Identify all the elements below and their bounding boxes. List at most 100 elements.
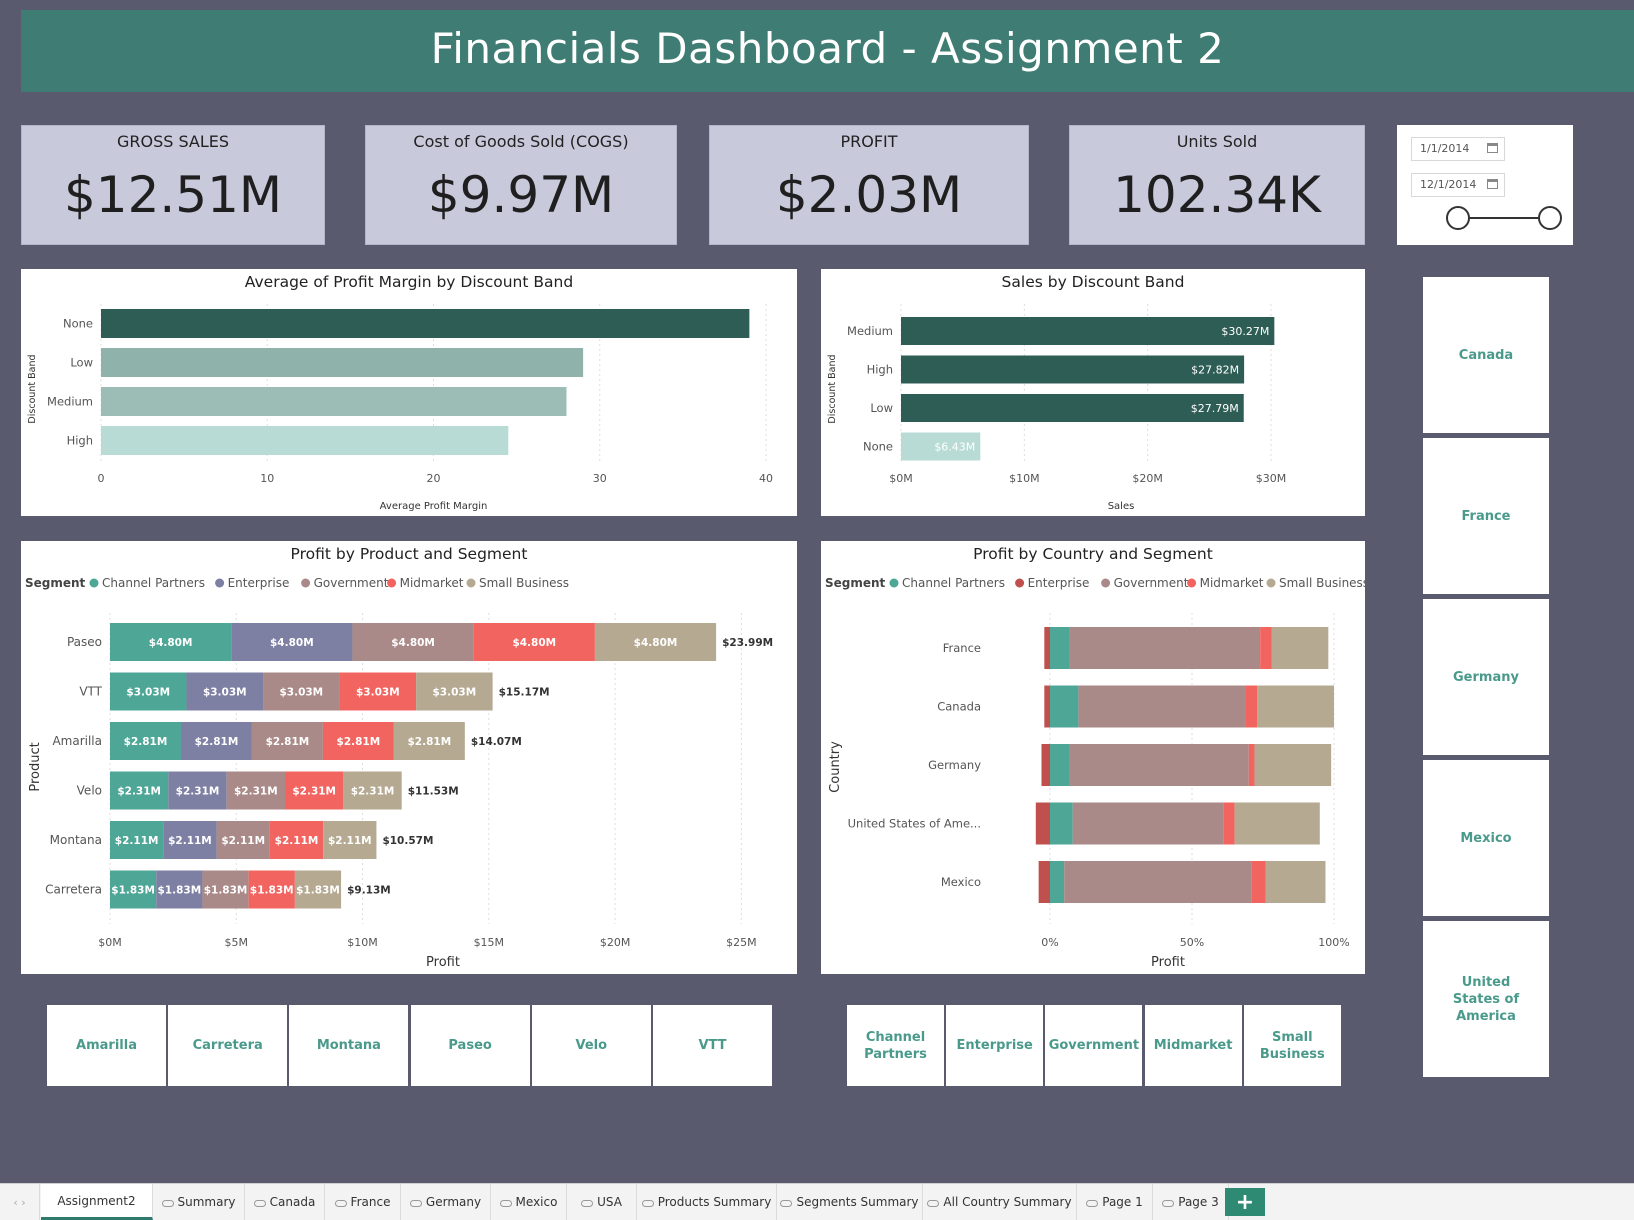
bar-data-label: $27.82M xyxy=(1191,364,1239,377)
dashboard-title: Financials Dashboard - Assignment 2 xyxy=(430,24,1225,73)
start-date-input[interactable]: 1/1/2014 xyxy=(1411,137,1505,161)
bar xyxy=(101,309,750,338)
country-slicer-united-states-of-america[interactable]: United States of America xyxy=(1423,921,1549,1077)
bar-data-label: $27.79M xyxy=(1191,402,1239,415)
product-slicer-vtt[interactable]: VTT xyxy=(653,1005,772,1086)
bar-segment xyxy=(1069,627,1261,669)
bar-segment xyxy=(1044,685,1050,728)
tab-all-country-summary[interactable]: All Country Summary xyxy=(923,1184,1077,1220)
hidden-page-icon xyxy=(161,1199,174,1207)
y-category-label: Paseo xyxy=(67,635,102,649)
add-page-button[interactable]: + xyxy=(1225,1188,1265,1216)
x-tick-label: $10M xyxy=(1009,472,1040,485)
segment-data-label: $1.83M xyxy=(111,885,155,897)
calendar-icon[interactable] xyxy=(1487,179,1498,189)
segment-slicer-midmarket[interactable]: Midmarket xyxy=(1144,1005,1242,1086)
segment-data-label: $2.31M xyxy=(176,786,220,798)
legend-label: Government xyxy=(1114,576,1189,590)
segment-data-label: $2.81M xyxy=(266,736,310,748)
segment-slicer-channel-partners[interactable]: Channel Partners xyxy=(847,1005,944,1086)
product-slicer-carretera[interactable]: Carretera xyxy=(168,1005,288,1086)
country-slicer-canada[interactable]: Canada xyxy=(1423,277,1549,433)
tab-france[interactable]: France xyxy=(325,1184,401,1220)
segment-data-label: $3.03M xyxy=(203,687,247,699)
tab-mexico[interactable]: Mexico xyxy=(491,1184,567,1220)
segment-data-label: $2.11M xyxy=(115,835,159,847)
start-date-value: 1/1/2014 xyxy=(1420,142,1470,155)
kpi-cogs[interactable]: Cost of Goods Sold (COGS) $9.97M xyxy=(365,125,677,245)
y-category-label: Velo xyxy=(77,784,102,798)
sales-by-discount-chart: $0M $10M $20M $30M Medium $30.27M High $27.82M L… xyxy=(827,304,1286,512)
x-tick-label: $25M xyxy=(726,936,757,949)
tab-scroll-arrows[interactable]: ‹ › xyxy=(0,1184,40,1220)
tab-label: Canada xyxy=(269,1195,316,1209)
bar-data-label: $30.27M xyxy=(1221,325,1269,338)
date-range-start-handle[interactable] xyxy=(1446,206,1470,230)
x-tick-label: $20M xyxy=(600,936,631,949)
segment-slicer-government[interactable]: Government xyxy=(1045,1005,1143,1086)
date-range-end-handle[interactable] xyxy=(1538,206,1562,230)
country-slicer-france[interactable]: France xyxy=(1423,438,1549,594)
segment-data-label: $2.81M xyxy=(408,736,452,748)
x-tick-label: $5M xyxy=(225,936,249,949)
bar-segment xyxy=(1038,861,1050,903)
segment-slicer-small-business[interactable]: Small Business xyxy=(1243,1005,1341,1086)
legend-title: Segment xyxy=(825,576,886,590)
product-slicer-amarilla[interactable]: Amarilla xyxy=(47,1005,166,1086)
x-tick-label: $15M xyxy=(474,936,505,949)
kpi-units-sold[interactable]: Units Sold 102.34K xyxy=(1069,125,1365,245)
calendar-icon[interactable] xyxy=(1487,143,1498,153)
bar-segment xyxy=(1260,627,1272,669)
y-category-label: Medium xyxy=(47,395,93,409)
product-slicer-montana[interactable]: Montana xyxy=(289,1005,409,1086)
product-slicer-paseo[interactable]: Paseo xyxy=(410,1005,530,1086)
product-slicer-velo[interactable]: Velo xyxy=(531,1005,651,1086)
y-axis-title: Discount Band xyxy=(27,354,38,423)
hidden-page-icon xyxy=(581,1199,594,1207)
kpi-label: Units Sold xyxy=(1176,132,1258,151)
y-category-label: Carretera xyxy=(45,883,102,897)
tab-germany[interactable]: Germany xyxy=(401,1184,491,1220)
end-date-value: 12/1/2014 xyxy=(1420,178,1477,191)
segment-data-label: $1.83M xyxy=(204,885,248,897)
tab-assignment2[interactable]: Assignment2 xyxy=(41,1184,153,1220)
x-axis-title: Average Profit Margin xyxy=(380,501,488,512)
tab-label: Products Summary xyxy=(657,1195,772,1209)
y-axis-title: Product xyxy=(28,742,43,791)
kpi-value: $2.03M xyxy=(775,166,963,224)
bar-segment xyxy=(1078,685,1246,728)
bar-segment xyxy=(1050,627,1070,669)
legend-marker xyxy=(301,578,311,588)
y-category-label: Canada xyxy=(937,700,981,714)
segment-slicer-enterprise[interactable]: Enterprise xyxy=(946,1005,1044,1086)
total-data-label: $9.13M xyxy=(347,885,391,897)
profit-margin-chart: 0 10 20 30 40 None Low Medium High Average Profit… xyxy=(27,304,773,512)
country-slicer-mexico[interactable]: Mexico xyxy=(1423,760,1549,916)
hidden-page-icon xyxy=(1086,1199,1099,1207)
bar-segment xyxy=(1050,744,1070,786)
tab-usa[interactable]: USA xyxy=(567,1184,637,1220)
title-bar: Financials Dashboard - Assignment 2 xyxy=(21,10,1634,92)
x-tick-label: 0% xyxy=(1041,936,1058,949)
kpi-gross-sales[interactable]: GROSS SALES $12.51M xyxy=(21,125,325,245)
legend-marker xyxy=(89,578,99,588)
tab-canada[interactable]: Canada xyxy=(245,1184,325,1220)
segment-data-label: $2.11M xyxy=(275,835,319,847)
y-category-label: None xyxy=(863,440,893,454)
x-tick-label: 30 xyxy=(593,472,607,485)
tab-page-3[interactable]: Page 3 xyxy=(1153,1184,1229,1220)
segment-data-label: $2.11M xyxy=(221,835,265,847)
y-category-label: High xyxy=(67,434,93,448)
tab-products-summary[interactable]: Products Summary xyxy=(637,1184,777,1220)
hidden-page-icon xyxy=(409,1199,422,1207)
tab-segments-summary[interactable]: Segments Summary xyxy=(777,1184,923,1220)
country-slicer-germany[interactable]: Germany xyxy=(1423,599,1549,755)
kpi-value: $9.97M xyxy=(427,166,615,224)
total-data-label: $14.07M xyxy=(471,736,522,748)
bar-segment xyxy=(1248,744,1255,786)
tab-page-1[interactable]: Page 1 xyxy=(1077,1184,1153,1220)
end-date-input[interactable]: 12/1/2014 xyxy=(1411,173,1505,197)
segment-data-label: $2.31M xyxy=(292,786,336,798)
kpi-profit[interactable]: PROFIT $2.03M xyxy=(709,125,1029,245)
tab-summary[interactable]: Summary xyxy=(153,1184,245,1220)
